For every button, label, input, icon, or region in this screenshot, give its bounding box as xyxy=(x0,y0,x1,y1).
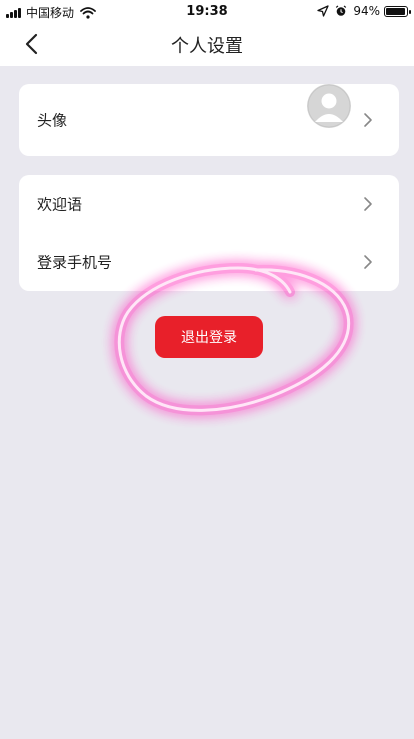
status-right: 94% xyxy=(317,4,411,18)
alarm-clock-icon xyxy=(336,5,347,16)
settings-item-welcome-message[interactable]: 欢迎语 xyxy=(19,175,399,233)
settings-item-label: 欢迎语 xyxy=(37,195,83,214)
navigation-bar: 个人设置 xyxy=(0,22,414,66)
settings-item-login-phone[interactable]: 登录手机号 xyxy=(19,233,399,291)
avatar-card: 头像 xyxy=(19,84,399,156)
chevron-right-icon xyxy=(364,197,372,211)
avatar-row[interactable]: 头像 xyxy=(19,84,399,149)
chevron-right-icon xyxy=(364,113,372,127)
avatar-label: 头像 xyxy=(37,111,68,130)
battery-percent: 94% xyxy=(353,4,380,18)
chevron-right-icon xyxy=(364,255,372,269)
logout-button[interactable]: 退出登录 xyxy=(155,316,263,358)
avatar[interactable] xyxy=(307,84,351,128)
settings-item-label: 登录手机号 xyxy=(37,253,113,272)
page-title: 个人设置 xyxy=(171,36,243,57)
status-bar: 中国移动 19:38 94% xyxy=(0,0,414,22)
location-arrow-icon xyxy=(317,5,329,17)
settings-list-card: 欢迎语 登录手机号 xyxy=(19,175,399,291)
battery-icon xyxy=(384,5,411,17)
default-user-icon xyxy=(307,84,351,128)
